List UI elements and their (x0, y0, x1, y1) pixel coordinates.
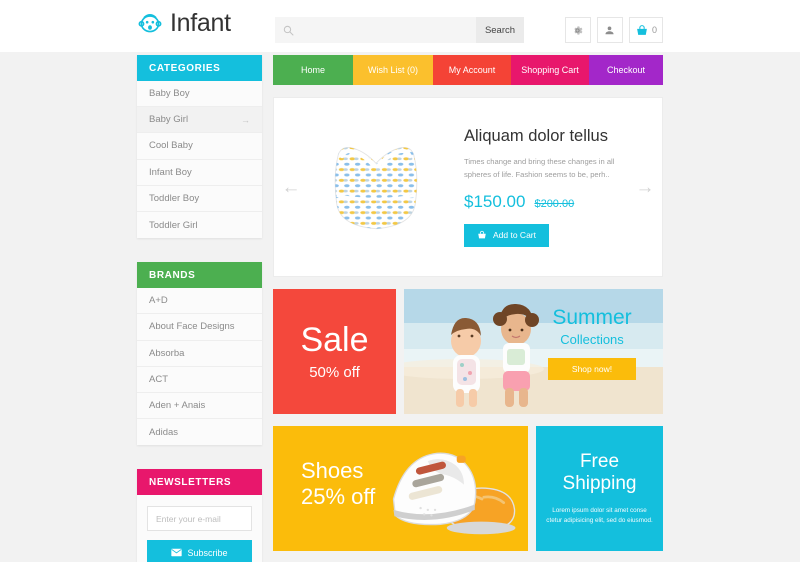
banner-row-bottom: Shoes 25% off Free Shipping Lorem ipsum … (273, 426, 663, 551)
sidebar-item-toddler-girl[interactable]: Toddler Girl (137, 211, 262, 239)
price-row: $150.00 $200.00 (464, 192, 632, 212)
brands-list: A+D About Face Designs Absorba ACT Aden … (137, 288, 262, 446)
product-image[interactable] (296, 102, 456, 272)
nav-item-home[interactable]: Home (273, 55, 353, 85)
cart-count: 0 (651, 25, 657, 35)
banner-free-shipping[interactable]: Free Shipping Lorem ipsum dolor sit amet… (536, 426, 663, 551)
free-shipping-line2: Shipping (562, 473, 637, 495)
category-label: Infant Boy (149, 166, 192, 178)
main-navigation: Home Wish List (0) My Account Shopping C… (273, 55, 663, 85)
sidebar-item-infant-boy[interactable]: Infant Boy (137, 159, 262, 186)
price-original: $200.00 (534, 197, 575, 210)
site-header: Infant Search 0 (0, 0, 800, 52)
categories-title: CATEGORIES (137, 55, 262, 81)
shoes-line2: 25% off (301, 483, 376, 509)
settings-button[interactable] (564, 17, 591, 43)
product-showcase: ← → Aliquam dolor tellus Times change an… (273, 97, 663, 277)
user-icon (605, 25, 615, 34)
subscribe-label: Subscribe (187, 547, 228, 558)
brand-label: ACT (149, 373, 168, 385)
cloth-diaper-image (334, 146, 418, 229)
summer-subtitle: Collections (560, 332, 624, 348)
add-to-cart-button[interactable]: Add to Cart (464, 223, 549, 247)
search-button[interactable]: Search (476, 17, 524, 43)
search-icon (275, 17, 301, 43)
white-sneakers-image (392, 452, 516, 535)
envelope-icon (171, 548, 183, 557)
sidebar-item-baby-girl[interactable]: Baby Girl → (137, 107, 262, 134)
brand-label: A+D (149, 295, 168, 307)
free-shipping-line1: Free (579, 451, 620, 473)
search-input[interactable] (301, 17, 476, 43)
carousel-prev-icon[interactable]: ← (280, 176, 302, 198)
sidebar-item-brand-adidas[interactable]: Adidas (137, 419, 262, 446)
price-current: $150.00 (464, 191, 526, 211)
account-button[interactable] (596, 17, 623, 43)
gear-icon (574, 25, 583, 35)
sidebar-item-brand-a-d[interactable]: A+D (137, 288, 262, 315)
category-label: Toddler Girl (149, 219, 198, 231)
newsletters-panel: NEWSLETTERS Subscribe (137, 469, 262, 562)
newsletter-form: Subscribe (137, 495, 262, 562)
basket-icon (637, 24, 647, 35)
category-label: Baby Girl (149, 114, 189, 126)
basket-icon (478, 230, 486, 239)
category-label: Cool Baby (149, 140, 193, 152)
sidebar-item-brand-absorba[interactable]: Absorba (137, 340, 262, 367)
banner-shoes[interactable]: Shoes 25% off (273, 426, 528, 551)
header-icon-group: 0 (564, 17, 663, 43)
nav-item-checkout[interactable]: Checkout (589, 55, 663, 85)
newsletters-title: NEWSLETTERS (137, 469, 262, 496)
brand-label: Absorba (149, 347, 185, 359)
banner-summer[interactable]: Summer Collections Shop now! (404, 289, 663, 414)
baby-face-icon (138, 14, 162, 33)
sidebar-item-brand-aden-anais[interactable]: Aden + Anais (137, 392, 262, 420)
sidebar-item-toddler-boy[interactable]: Toddler Boy (137, 185, 262, 212)
subscribe-button[interactable]: Subscribe (147, 540, 252, 562)
site-logo[interactable]: Infant (137, 10, 231, 36)
shoes-line1: Shoes (301, 458, 364, 483)
sidebar-item-baby-boy[interactable]: Baby Boy (137, 81, 262, 108)
nav-item-shopping-cart[interactable]: Shopping Cart (511, 55, 589, 85)
banner-row-top: Sale 50% off Summer Collections Shop now… (273, 289, 663, 414)
product-info: Aliquam dolor tellus Times change and br… (456, 127, 662, 247)
category-label: Toddler Boy (149, 192, 200, 204)
shoes-text-block: Shoes 25% off (301, 458, 375, 510)
summer-text-block: Summer Collections Shop now! (537, 306, 647, 381)
carousel-next-icon[interactable]: → (634, 176, 656, 198)
page-root: Infant Search 0 CATEGORIES Baby Boy Baby… (0, 0, 800, 562)
sidebar-item-cool-baby[interactable]: Cool Baby (137, 133, 262, 160)
brand-label: Adidas (149, 426, 179, 438)
logo-text: Infant (170, 9, 231, 37)
main-content: Home Wish List (0) My Account Shopping C… (273, 55, 663, 551)
add-to-cart-label: Add to Cart (493, 230, 536, 241)
sale-title: Sale (300, 320, 369, 359)
cart-button[interactable]: 0 (628, 17, 663, 43)
brands-panel: BRANDS A+D About Face Designs Absorba AC… (137, 262, 262, 446)
nav-item-my-account[interactable]: My Account (433, 55, 511, 85)
brand-label: Aden + Anais (149, 399, 206, 411)
category-label: Baby Boy (149, 88, 190, 100)
categories-panel: CATEGORIES Baby Boy Baby Girl → Cool Bab… (137, 55, 262, 239)
banner-sale[interactable]: Sale 50% off (273, 289, 396, 414)
product-title: Aliquam dolor tellus (464, 127, 608, 146)
chevron-right-icon: → (241, 114, 250, 125)
sidebar: CATEGORIES Baby Boy Baby Girl → Cool Bab… (137, 55, 262, 562)
shop-now-button[interactable]: Shop now! (548, 358, 636, 381)
search-bar[interactable]: Search (275, 17, 524, 43)
nav-item-wish-list[interactable]: Wish List (0) (353, 55, 433, 85)
sale-subtitle: 50% off (309, 363, 360, 381)
sidebar-item-brand-act[interactable]: ACT (137, 366, 262, 393)
sidebar-item-brand-about-face-designs[interactable]: About Face Designs (137, 314, 262, 341)
free-shipping-description: Lorem ipsum dolor sit amet conse ctetur … (546, 506, 653, 524)
summer-title: Summer (552, 306, 632, 329)
newsletter-email-input[interactable] (147, 506, 252, 532)
brands-title: BRANDS (137, 262, 262, 289)
brand-label: About Face Designs (149, 321, 235, 333)
product-description: Times change and bring these changes in … (464, 157, 615, 179)
categories-list: Baby Boy Baby Girl → Cool Baby Infant Bo… (137, 81, 262, 239)
header-inner: Infant Search 0 (137, 0, 663, 52)
